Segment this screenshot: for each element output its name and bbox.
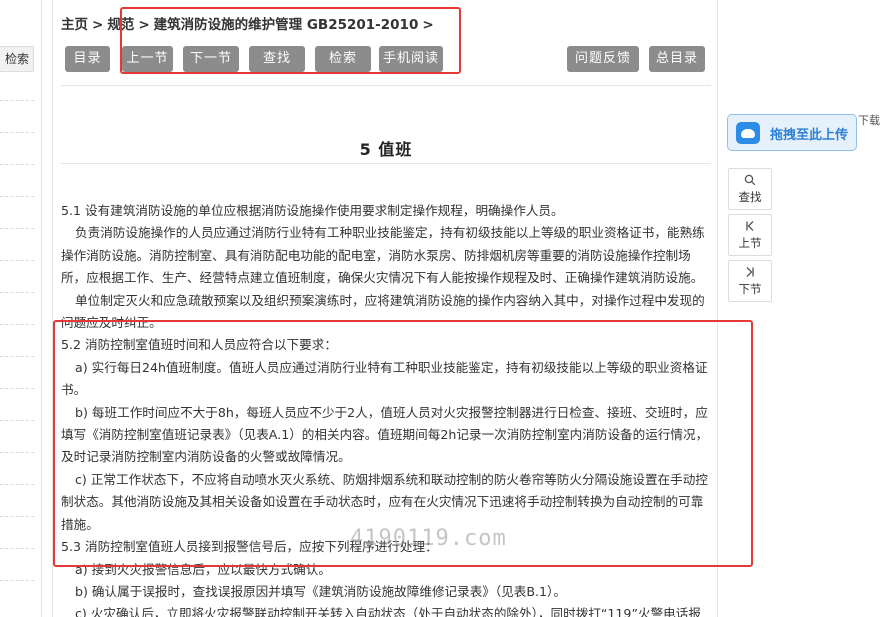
left-search-button[interactable]: 检索 — [0, 46, 34, 72]
article-body: 5.1 设有建筑消防设施的单位应根据消防设施操作使用要求制定操作规程，明确操作人… — [61, 200, 709, 617]
left-list-divider — [0, 164, 34, 165]
breadcrumb-current[interactable]: 建筑消防设施的维护管理 GB25201-2010 — [154, 17, 419, 33]
mobile-reading-button[interactable]: 手机阅读 — [379, 46, 443, 72]
edge-label: 下载 — [858, 114, 880, 127]
side-prev-label: 上节 — [738, 236, 762, 250]
watermark: 4190119.com — [350, 526, 507, 551]
skip-back-icon — [729, 220, 771, 235]
side-find-button[interactable]: 查找 — [728, 168, 772, 210]
list-item: a) 实行每日24h值班制度。值班人员应通过消防行业特有工种职业技能鉴定，持有初… — [61, 359, 708, 398]
cloud-upload-icon — [736, 122, 760, 144]
divider — [61, 163, 711, 164]
breadcrumb-separator: > — [422, 17, 434, 33]
clause-5-2: 5.2 消防控制室值班时间和人员应符合以下要求： — [61, 337, 337, 353]
left-list-divider — [0, 580, 34, 581]
left-list-divider — [0, 452, 34, 453]
side-next-label: 下节 — [738, 282, 762, 296]
paragraph: 单位制定灭火和应急疏散预案以及组织预案演练时，应将建筑消防设施的操作内容纳入其中… — [61, 292, 705, 331]
left-list-divider — [0, 196, 34, 197]
left-list-divider — [0, 132, 34, 133]
breadcrumb-spec-link[interactable]: 规范 — [107, 17, 134, 33]
breadcrumb: 主页 > 规范 > 建筑消防设施的维护管理 GB25201-2010 > — [61, 13, 438, 33]
side-prev-button[interactable]: 上节 — [728, 214, 772, 256]
breadcrumb-separator: > — [92, 17, 104, 33]
divider — [61, 85, 711, 86]
left-list-divider — [0, 260, 34, 261]
left-list-divider — [0, 100, 34, 101]
main-content: 主页 > 规范 > 建筑消防设施的维护管理 GB25201-2010 > 目录 上一节 下… — [52, 0, 718, 617]
drag-upload-button[interactable]: 拖拽至此上传 — [727, 114, 857, 151]
paragraph: 负责消防设施操作的人员应通过消防行业特有工种职业技能鉴定，持有初级技能以上等级的… — [61, 225, 705, 286]
contents-button[interactable]: 目录 — [65, 46, 110, 72]
list-item: c) 火灾确认后，立即将火灾报警联动控制开关转入自动状态（处于自动状态的除外），… — [75, 606, 701, 617]
list-item: b) 每班工作时间应不大于8h，每班人员应不少于2人，值班人员对火灾报警控制器进… — [61, 404, 709, 465]
chapter-title: 5 值班 — [359, 140, 413, 159]
breadcrumb-home-link[interactable]: 主页 — [61, 17, 88, 33]
skip-forward-icon — [729, 266, 771, 281]
left-list-divider — [0, 292, 34, 293]
page: 检索 主页 > 规范 > 建筑消防设施的维护管理 GB25201-2010 > 目录 上一… — [0, 0, 882, 617]
left-list-divider — [0, 324, 34, 325]
left-list-divider — [0, 356, 34, 357]
clause-5-1: 5.1 设有建筑消防设施的单位应根据消防设施操作使用要求制定操作规程，明确操作人… — [61, 203, 564, 218]
left-list-divider — [0, 516, 34, 517]
left-list-divider — [0, 388, 34, 389]
left-list-divider — [0, 548, 34, 549]
prev-section-button[interactable]: 上一节 — [122, 46, 173, 72]
left-list-divider — [0, 484, 34, 485]
search-button[interactable]: 检索 — [315, 46, 371, 72]
left-list-divider — [0, 420, 34, 421]
left-list-divider — [0, 228, 34, 229]
all-contents-button[interactable]: 总目录 — [649, 46, 705, 72]
next-section-button[interactable]: 下一节 — [183, 46, 239, 72]
search-icon — [729, 174, 771, 189]
feedback-button[interactable]: 问题反馈 — [567, 46, 639, 72]
side-find-label: 查找 — [738, 190, 762, 204]
list-item: a) 接到火灾报警信息后，应以最快方式确认。 — [75, 561, 331, 577]
left-panel: 检索 — [0, 0, 42, 617]
list-item: b) 确认属于误报时，查找误报原因并填写《建筑消防设施故障维修记录表》（见表B.… — [75, 583, 566, 599]
upload-label: 拖拽至此上传 — [770, 128, 849, 143]
breadcrumb-separator: > — [138, 17, 150, 33]
find-button[interactable]: 查找 — [249, 46, 305, 72]
side-next-button[interactable]: 下节 — [728, 260, 772, 302]
